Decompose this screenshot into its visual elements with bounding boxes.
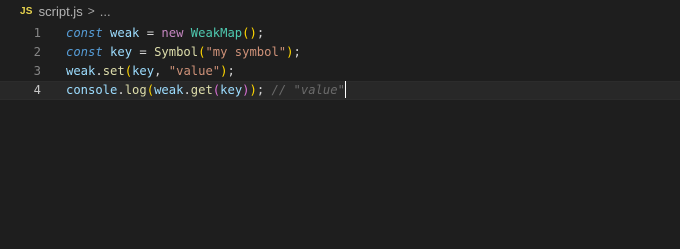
code-token: ) — [249, 83, 257, 97]
code-token: . — [95, 64, 103, 78]
code-token: . — [117, 83, 125, 97]
code-line[interactable]: 1 const weak = new WeakMap(); — [0, 24, 680, 43]
code-token: Symbol — [154, 45, 199, 59]
code-line[interactable]: 2 const key = Symbol("my symbol"); — [0, 43, 680, 62]
line-number: 4 — [33, 83, 41, 97]
chevron-right-icon: > — [87, 4, 95, 18]
text-cursor — [344, 81, 346, 98]
code-token: weak — [110, 26, 140, 40]
code-token: key — [132, 64, 155, 78]
breadcrumb-file[interactable]: script.js — [39, 4, 83, 19]
code-token: WeakMap — [190, 26, 243, 40]
code-token: ( — [124, 64, 133, 78]
code-token: console — [66, 83, 118, 97]
code-token: ; — [293, 45, 301, 59]
code-text: weak.set(key, "value"); — [66, 62, 235, 81]
code-token: key — [220, 83, 243, 97]
javascript-file-icon: JS — [20, 5, 33, 17]
code-token: ; — [256, 26, 265, 40]
code-token: weak — [154, 83, 184, 97]
code-token: "value" — [168, 64, 221, 78]
code-text: console.log(weak.get(key)); // "value" — [66, 81, 346, 100]
code-token: () — [242, 26, 257, 40]
code-token: = — [139, 26, 162, 40]
code-token: , — [154, 64, 169, 78]
code-token: weak — [66, 64, 96, 78]
code-token: const — [66, 26, 103, 40]
code-text: const key = Symbol("my symbol"); — [66, 43, 301, 62]
line-number: 3 — [33, 64, 41, 78]
code-token: // "value" — [271, 83, 345, 97]
code-token: ; — [227, 64, 235, 78]
code-token: ( — [146, 83, 155, 97]
code-token: set — [102, 64, 125, 78]
code-editor[interactable]: 1 const weak = new WeakMap(); 2 const key =… — [0, 24, 680, 100]
line-number: 2 — [33, 45, 41, 59]
code-line[interactable]: 3 weak.set(key, "value"); — [0, 62, 680, 81]
code-token: . — [183, 83, 191, 97]
code-token: "my symbol" — [205, 45, 287, 59]
code-token: new — [161, 26, 184, 40]
code-token: ) — [286, 45, 294, 59]
code-token: ) — [242, 83, 250, 97]
breadcrumb: JS script.js > ... — [0, 0, 680, 22]
code-text: const weak = new WeakMap(); — [66, 24, 264, 43]
line-number: 1 — [33, 26, 41, 40]
code-token: log — [124, 83, 147, 97]
code-token: key — [110, 45, 133, 59]
code-token: const — [66, 45, 103, 59]
code-line[interactable]: 4 console.log(weak.get(key)); // "value" — [0, 81, 680, 100]
breadcrumb-more[interactable]: ... — [100, 4, 111, 19]
code-token: = — [132, 45, 155, 59]
code-token: get — [190, 83, 213, 97]
